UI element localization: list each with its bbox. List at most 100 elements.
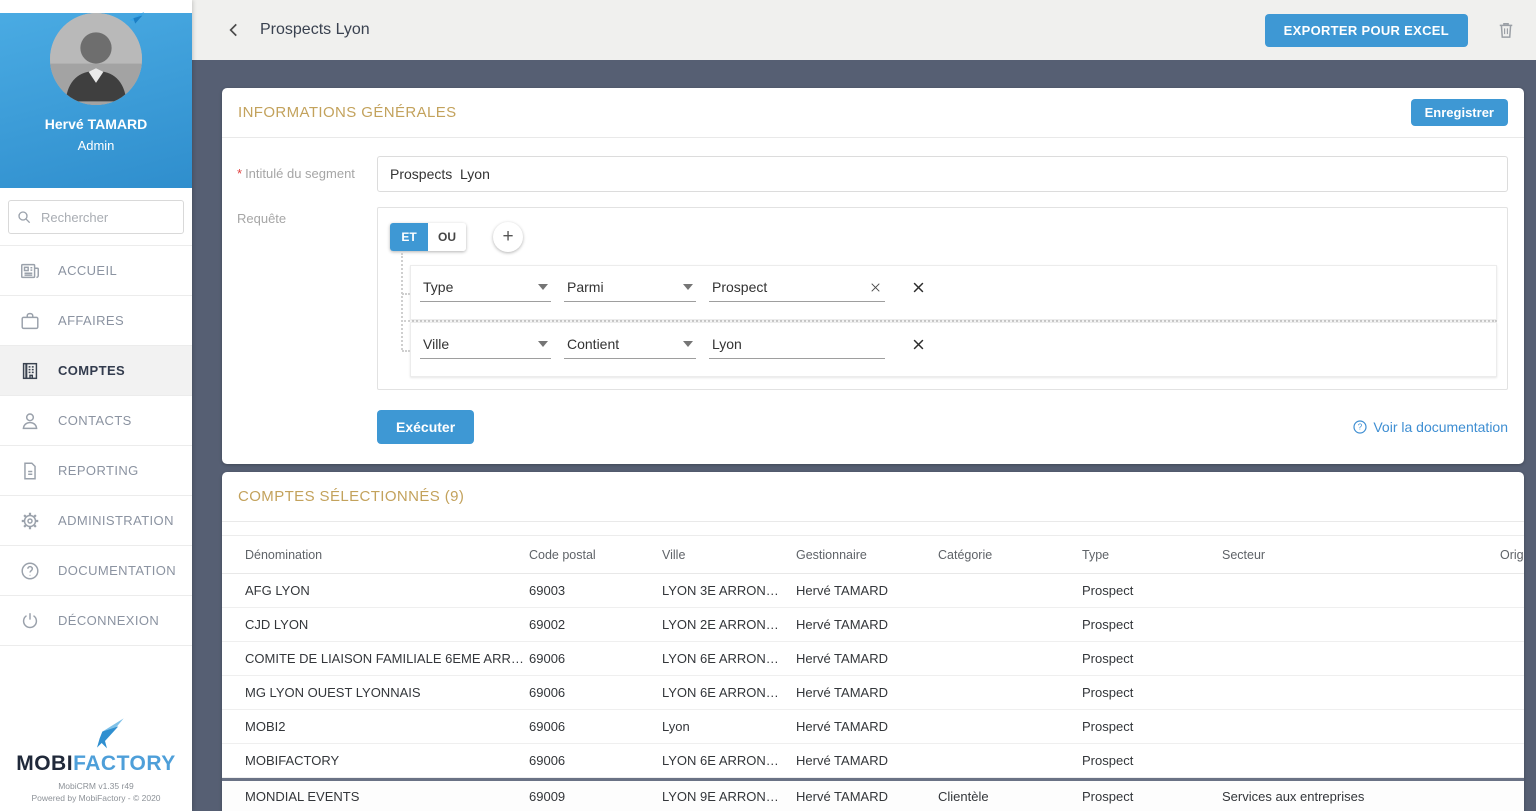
accounts-title: COMPTES SÉLECTIONNÉS (9) — [238, 488, 464, 505]
query-conditions: Type Parmi Prospect Ville Contient Lyon — [410, 265, 1497, 377]
cell-ville: LYON 6E ARRON… — [662, 651, 796, 666]
cell-gestionnaire: Hervé TAMARD — [796, 719, 938, 734]
remove-condition-icon[interactable] — [911, 337, 926, 352]
cell-type: Prospect — [1082, 753, 1222, 768]
back-chevron-icon[interactable] — [225, 21, 243, 39]
search-icon — [16, 209, 32, 225]
table-row[interactable]: AFG LYON 69003 LYON 3E ARRON… Hervé TAMA… — [222, 574, 1524, 608]
cell-code-postal: 69006 — [529, 651, 662, 666]
sidebar-nav: ACCUEIL AFFAIRES COMPTES CONTACTS REPORT… — [0, 245, 192, 646]
sidebar-item-affaires[interactable]: AFFAIRES — [0, 296, 192, 346]
cell-gestionnaire: Hervé TAMARD — [796, 617, 938, 632]
cell-secteur: Services aux entreprises — [1222, 789, 1484, 804]
report-icon — [19, 460, 41, 482]
search-input[interactable] — [8, 200, 184, 234]
cell-ville: LYON 6E ARRON… — [662, 685, 796, 700]
bird-logo-icon — [85, 717, 125, 753]
sidebar-item-label: CONTACTS — [58, 413, 132, 428]
table-toolbar — [222, 522, 1524, 536]
chevron-down-icon — [538, 341, 548, 347]
cell-code-postal: 69003 — [529, 583, 662, 598]
cell-ville: LYON 9E ARRON… — [662, 789, 796, 804]
sidebar-item-contacts[interactable]: CONTACTS — [0, 396, 192, 446]
accounts-panel: COMPTES SÉLECTIONNÉS (9) Dénomination Co… — [222, 472, 1524, 811]
cell-denomination: MOBIFACTORY — [245, 753, 529, 768]
export-excel-button[interactable]: EXPORTER POUR EXCEL — [1265, 14, 1468, 47]
query-condition-row: Ville Contient Lyon — [410, 322, 1497, 377]
trash-icon[interactable] — [1496, 20, 1516, 40]
query-builder: ET OU + Type Parmi Prospect Vi — [377, 207, 1508, 390]
column-header: Dénomination — [245, 548, 529, 562]
column-header: Secteur — [1222, 548, 1484, 562]
logic-or-button[interactable]: OU — [428, 223, 466, 251]
user-role: Admin — [0, 138, 192, 153]
condition-value-input[interactable]: Lyon — [709, 336, 885, 359]
cell-gestionnaire: Hervé TAMARD — [796, 789, 938, 804]
user-profile: Hervé TAMARD Admin — [0, 13, 192, 188]
main-content: INFORMATIONS GÉNÉRALES Enregistrer *Inti… — [192, 60, 1536, 811]
query-label: Requête — [237, 207, 377, 390]
table-row[interactable]: MOBI2 69006 Lyon Hervé TAMARD Prospect — [222, 710, 1524, 744]
briefcase-icon — [19, 310, 41, 332]
cell-code-postal: 69006 — [529, 753, 662, 768]
cell-categorie: Clientèle — [938, 789, 1082, 804]
bird-badge-icon — [128, 11, 146, 27]
sidebar-item-comptes[interactable]: COMPTES — [0, 346, 192, 396]
cell-ville: LYON 2E ARRON… — [662, 617, 796, 632]
help-icon — [19, 560, 41, 582]
execute-button[interactable]: Exécuter — [377, 410, 474, 444]
table-row[interactable]: COMITE DE LIAISON FAMILIALE 6EME ARR… 69… — [222, 642, 1524, 676]
cell-code-postal: 69002 — [529, 617, 662, 632]
sidebar-search — [0, 188, 192, 245]
sidebar-item-label: DOCUMENTATION — [58, 563, 176, 578]
general-info-panel: INFORMATIONS GÉNÉRALES Enregistrer *Inti… — [222, 88, 1524, 464]
cell-denomination: MOBI2 — [245, 719, 529, 734]
column-header: Gestionnaire — [796, 548, 938, 562]
add-condition-button[interactable]: + — [493, 222, 523, 252]
segment-label: *Intitulé du segment — [237, 156, 377, 192]
chevron-down-icon — [683, 341, 693, 347]
documentation-link[interactable]: ? Voir la documentation — [1352, 419, 1508, 435]
cell-denomination: MONDIAL EVENTS — [245, 789, 529, 804]
table-row[interactable]: CJD LYON 69002 LYON 2E ARRON… Hervé TAMA… — [222, 608, 1524, 642]
sidebar-item-accueil[interactable]: ACCUEIL — [0, 246, 192, 296]
app-version: MobiCRM v1.35 r49 Powered by MobiFactory… — [0, 780, 192, 806]
clear-value-icon[interactable] — [869, 281, 882, 294]
logic-and-button[interactable]: ET — [390, 223, 428, 251]
condition-field-select[interactable]: Ville — [420, 336, 551, 359]
condition-operator-select[interactable]: Parmi — [564, 279, 696, 302]
cell-ville: LYON 6E ARRON… — [662, 753, 796, 768]
cell-code-postal: 69006 — [529, 719, 662, 734]
sidebar-item-label: COMPTES — [58, 363, 125, 378]
cell-ville: LYON 3E ARRON… — [662, 583, 796, 598]
column-header: Origine — [1484, 548, 1524, 562]
table-row[interactable]: MONDIAL EVENTS 69009 LYON 9E ARRON… Herv… — [222, 778, 1524, 811]
query-condition-row: Type Parmi Prospect — [410, 265, 1497, 320]
cell-type: Prospect — [1082, 719, 1222, 734]
help-circle-icon: ? — [1352, 419, 1368, 435]
remove-condition-icon[interactable] — [911, 280, 926, 295]
cell-denomination: AFG LYON — [245, 583, 529, 598]
sidebar-item-label: DÉCONNEXION — [58, 613, 159, 628]
sidebar-item-deconnexion[interactable]: DÉCONNEXION — [0, 596, 192, 646]
condition-operator-select[interactable]: Contient — [564, 336, 696, 359]
table-row[interactable]: MOBIFACTORY 69006 LYON 6E ARRON… Hervé T… — [222, 744, 1524, 778]
sidebar-item-documentation[interactable]: DOCUMENTATION — [0, 546, 192, 596]
topbar: Prospects Lyon EXPORTER POUR EXCEL — [192, 0, 1536, 60]
gear-icon — [19, 510, 41, 532]
condition-field-select[interactable]: Type — [420, 279, 551, 302]
svg-text:?: ? — [1358, 423, 1363, 432]
sidebar: Hervé TAMARD Admin ACCUEIL AFFAIRES COMP… — [0, 0, 192, 811]
sidebar-item-administration[interactable]: ADMINISTRATION — [0, 496, 192, 546]
segment-name-input[interactable] — [377, 156, 1508, 192]
condition-value-input[interactable]: Prospect — [709, 279, 885, 302]
newspaper-icon — [19, 260, 41, 282]
cell-code-postal: 69006 — [529, 685, 662, 700]
sidebar-item-label: AFFAIRES — [58, 313, 124, 328]
chevron-down-icon — [683, 284, 693, 290]
power-icon — [19, 610, 41, 632]
sidebar-item-reporting[interactable]: REPORTING — [0, 446, 192, 496]
table-row[interactable]: MG LYON OUEST LYONNAIS 69006 LYON 6E ARR… — [222, 676, 1524, 710]
column-header: Catégorie — [938, 548, 1082, 562]
save-button[interactable]: Enregistrer — [1411, 99, 1508, 126]
